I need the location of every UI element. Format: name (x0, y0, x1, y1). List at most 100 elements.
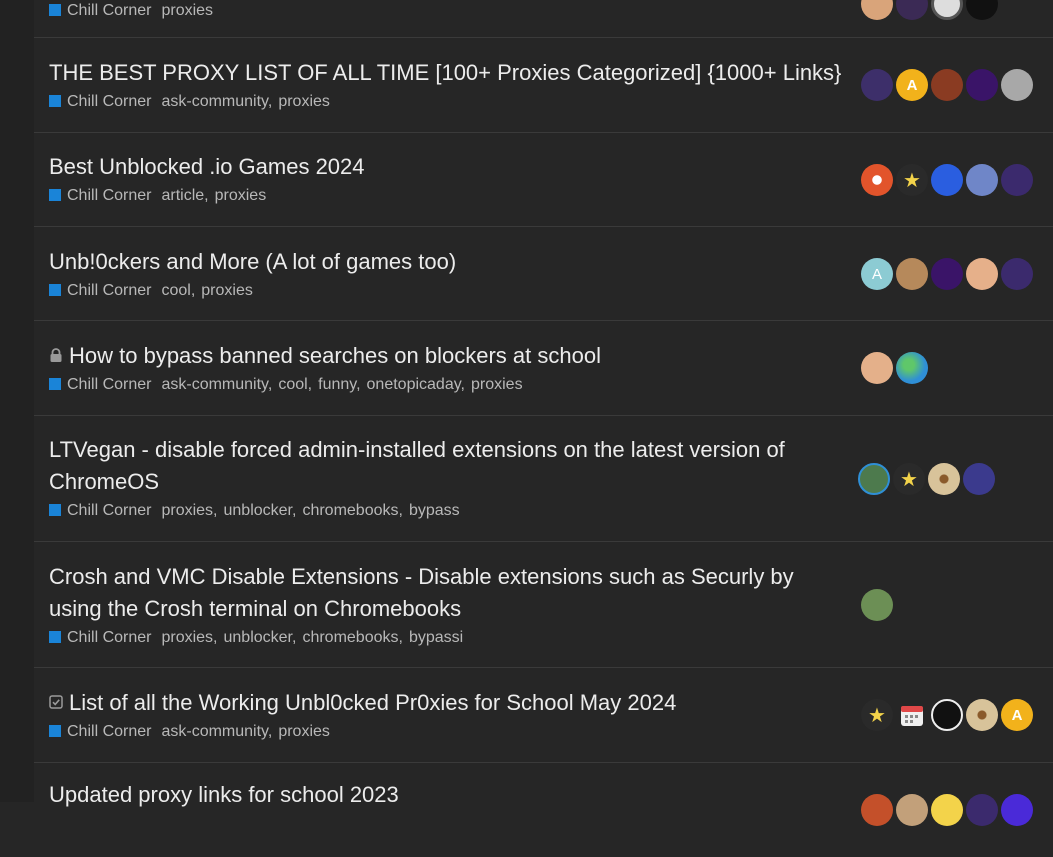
topic-title[interactable]: LTVegan - disable forced admin-installed… (49, 434, 839, 498)
tag-link[interactable]: cool (161, 282, 190, 299)
tag-link[interactable]: proxies (161, 629, 213, 646)
topic-title[interactable]: How to bypass banned searches on blocker… (69, 343, 601, 368)
tag-link[interactable]: unblocker (224, 502, 293, 519)
calendar-icon[interactable] (896, 699, 928, 731)
avatar[interactable]: ★ (896, 164, 928, 196)
avatar[interactable] (861, 0, 893, 20)
avatar[interactable] (858, 463, 890, 495)
avatar[interactable]: ★ (861, 699, 893, 731)
avatar[interactable] (966, 258, 998, 290)
tag-link[interactable]: ask-community (161, 376, 267, 393)
avatar[interactable] (1001, 164, 1033, 196)
avatar[interactable] (966, 164, 998, 196)
category-badge-icon (49, 503, 61, 516)
avatar[interactable] (861, 69, 893, 101)
category-badge-icon (49, 630, 61, 643)
tag-link[interactable]: proxies (215, 187, 267, 204)
topic-meta: Chill Corner cool, proxies (49, 280, 849, 302)
tag-link[interactable]: chromebooks (302, 629, 398, 646)
category-badge-icon (49, 94, 61, 107)
avatar[interactable] (861, 352, 893, 384)
avatar[interactable] (896, 0, 928, 20)
topic-meta: Chill Corner proxies (49, 0, 849, 22)
tag-link[interactable]: ask-community (161, 723, 267, 740)
avatar[interactable] (966, 794, 998, 826)
topic-title[interactable]: Unb!0ckers and More (A lot of games too) (49, 246, 849, 278)
avatar[interactable] (896, 258, 928, 290)
avatar[interactable] (966, 69, 998, 101)
avatar[interactable] (861, 164, 893, 196)
tag-link[interactable]: proxies (278, 723, 330, 740)
tag-link[interactable]: proxies (161, 502, 213, 519)
topic-row[interactable]: LTVegan - disable forced admin-installed… (34, 416, 1053, 542)
topic-title[interactable]: Updated proxy links for school 2023 (49, 779, 849, 811)
avatar[interactable] (896, 352, 928, 384)
topic-posters (861, 794, 1041, 826)
avatar[interactable] (966, 0, 998, 20)
topic-title-line: List of all the Working Unbl0cked Pr0xie… (49, 687, 849, 719)
avatar[interactable] (931, 0, 963, 20)
topic-row[interactable]: Chill Corner proxies (34, 0, 1053, 38)
category-badge-icon (49, 3, 61, 16)
tag-link[interactable]: article (161, 187, 204, 204)
tag-link[interactable]: cool (278, 376, 307, 393)
avatar[interactable] (931, 164, 963, 196)
avatar[interactable] (861, 794, 893, 826)
topic-meta: Chill Corner ask-community, cool, funny, one… (49, 374, 849, 396)
avatar[interactable] (1001, 258, 1033, 290)
category-link[interactable]: Chill Corner (67, 187, 151, 204)
avatar[interactable] (931, 794, 963, 826)
category-link[interactable]: Chill Corner (67, 376, 151, 393)
tag-link[interactable]: onetopicaday (367, 376, 461, 393)
tag-link[interactable]: bypass (409, 502, 460, 519)
topic-row[interactable]: List of all the Working Unbl0cked Pr0xie… (34, 668, 1053, 763)
topic-title[interactable]: Crosh and VMC Disable Extensions - Disab… (49, 561, 839, 625)
topic-row[interactable]: THE BEST PROXY LIST OF ALL TIME [100+ Pr… (34, 38, 1053, 133)
topic-title[interactable]: THE BEST PROXY LIST OF ALL TIME [100+ Pr… (49, 57, 849, 89)
topic-posters: A (861, 258, 1041, 290)
avatar[interactable] (963, 463, 995, 495)
avatar-letter[interactable]: A (861, 258, 893, 290)
tag-link[interactable]: unblocker (224, 629, 293, 646)
avatar[interactable] (931, 699, 963, 731)
tag-link[interactable]: proxies (161, 2, 213, 19)
avatar[interactable] (966, 699, 998, 731)
topic-posters: ★ (858, 463, 1038, 495)
category-link[interactable]: Chill Corner (67, 723, 151, 740)
category-link[interactable]: Chill Corner (67, 2, 151, 19)
avatar[interactable] (1001, 794, 1033, 826)
topic-title[interactable]: List of all the Working Unbl0cked Pr0xie… (69, 690, 676, 715)
avatar[interactable] (861, 589, 893, 621)
tag-link[interactable]: chromebooks (302, 502, 398, 519)
category-link[interactable]: Chill Corner (67, 629, 151, 646)
avatar[interactable] (896, 794, 928, 826)
tag-link[interactable]: bypassi (409, 629, 463, 646)
avatar[interactable] (931, 258, 963, 290)
topic-meta: Chill Corner proxies, unblocker, chromebook… (49, 500, 839, 522)
category-link[interactable]: Chill Corner (67, 502, 151, 519)
category-badge-icon (49, 724, 61, 737)
avatar[interactable] (1001, 69, 1033, 101)
avatar-letter[interactable]: A (896, 69, 928, 101)
topic-list: Chill Corner proxies THE BEST PROXY LIST … (34, 0, 1053, 826)
topic-posters: ★ (861, 164, 1041, 196)
category-link[interactable]: Chill Corner (67, 93, 151, 110)
topic-row[interactable]: Best Unblocked .io Games 2024 Chill Corn… (34, 133, 1053, 227)
avatar[interactable] (931, 69, 963, 101)
avatar[interactable]: ★ (893, 463, 925, 495)
tag-link[interactable]: proxies (278, 93, 330, 110)
topic-row[interactable]: Crosh and VMC Disable Extensions - Disab… (34, 542, 1053, 668)
tag-link[interactable]: proxies (201, 282, 253, 299)
topic-title[interactable]: Best Unblocked .io Games 2024 (49, 151, 849, 183)
topic-row[interactable]: Updated proxy links for school 2023 (34, 763, 1053, 857)
tag-link[interactable]: funny (318, 376, 356, 393)
category-link[interactable]: Chill Corner (67, 282, 151, 299)
avatar-letter[interactable]: A (1001, 699, 1033, 731)
avatar[interactable] (928, 463, 960, 495)
topic-posters (861, 0, 1041, 20)
tag-link[interactable]: ask-community (161, 93, 267, 110)
category-badge-icon (49, 377, 61, 390)
tag-link[interactable]: proxies (471, 376, 523, 393)
topic-row[interactable]: Unb!0ckers and More (A lot of games too)… (34, 227, 1053, 321)
topic-row[interactable]: How to bypass banned searches on blocker… (34, 321, 1053, 416)
